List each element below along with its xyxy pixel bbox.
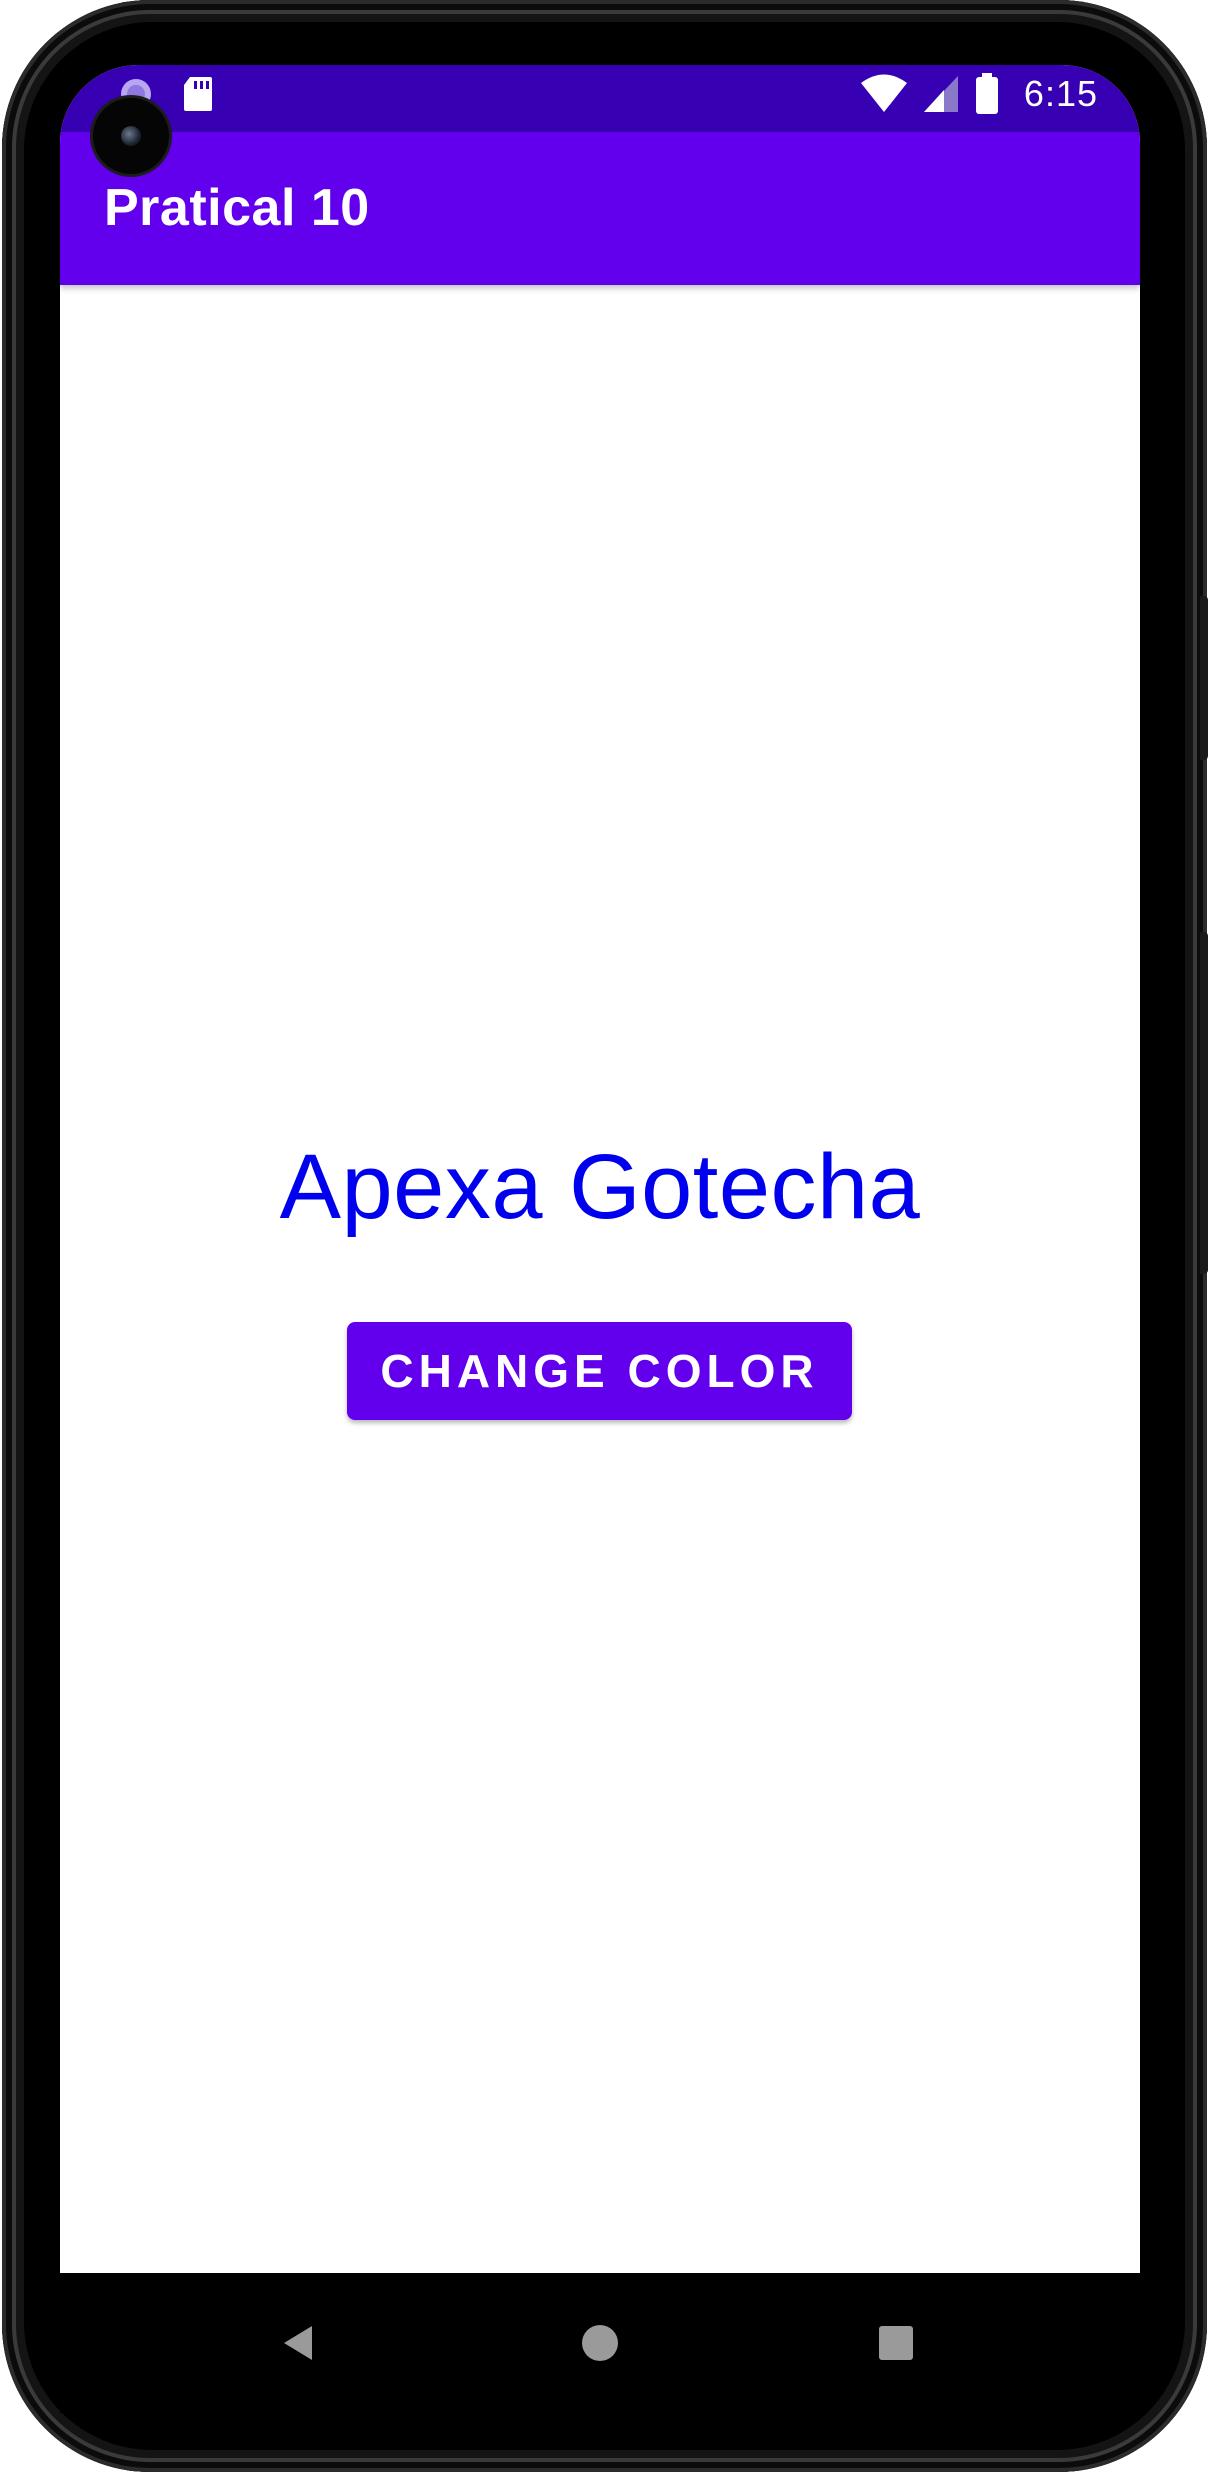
app-bar: Pratical 10 [60, 132, 1140, 285]
battery-icon [974, 73, 1000, 115]
change-color-button[interactable]: CHANGE COLOR [347, 1322, 852, 1420]
cell-signal-icon [922, 74, 960, 114]
navigation-bar [60, 2273, 1140, 2413]
power-button [1200, 596, 1208, 760]
home-icon [582, 2325, 618, 2361]
back-button[interactable] [270, 2313, 330, 2373]
sd-card-icon [182, 75, 214, 113]
device-screen: 6:15 Pratical 10 Apexa Gotecha CHANGE CO… [60, 65, 1140, 2273]
name-text: Apexa Gotecha [279, 1136, 921, 1238]
wifi-icon [860, 74, 908, 114]
back-icon [284, 2326, 312, 2360]
status-right-icons: 6:15 [860, 73, 1098, 115]
volume-button [1200, 932, 1208, 1274]
app-title: Pratical 10 [104, 179, 370, 237]
home-button[interactable] [570, 2313, 630, 2373]
front-camera [93, 98, 169, 174]
status-time: 6:15 [1023, 73, 1098, 114]
camera-lens [121, 126, 141, 146]
status-bar: 6:15 [60, 65, 1140, 132]
recents-icon [879, 2326, 913, 2360]
recents-button[interactable] [866, 2313, 926, 2373]
